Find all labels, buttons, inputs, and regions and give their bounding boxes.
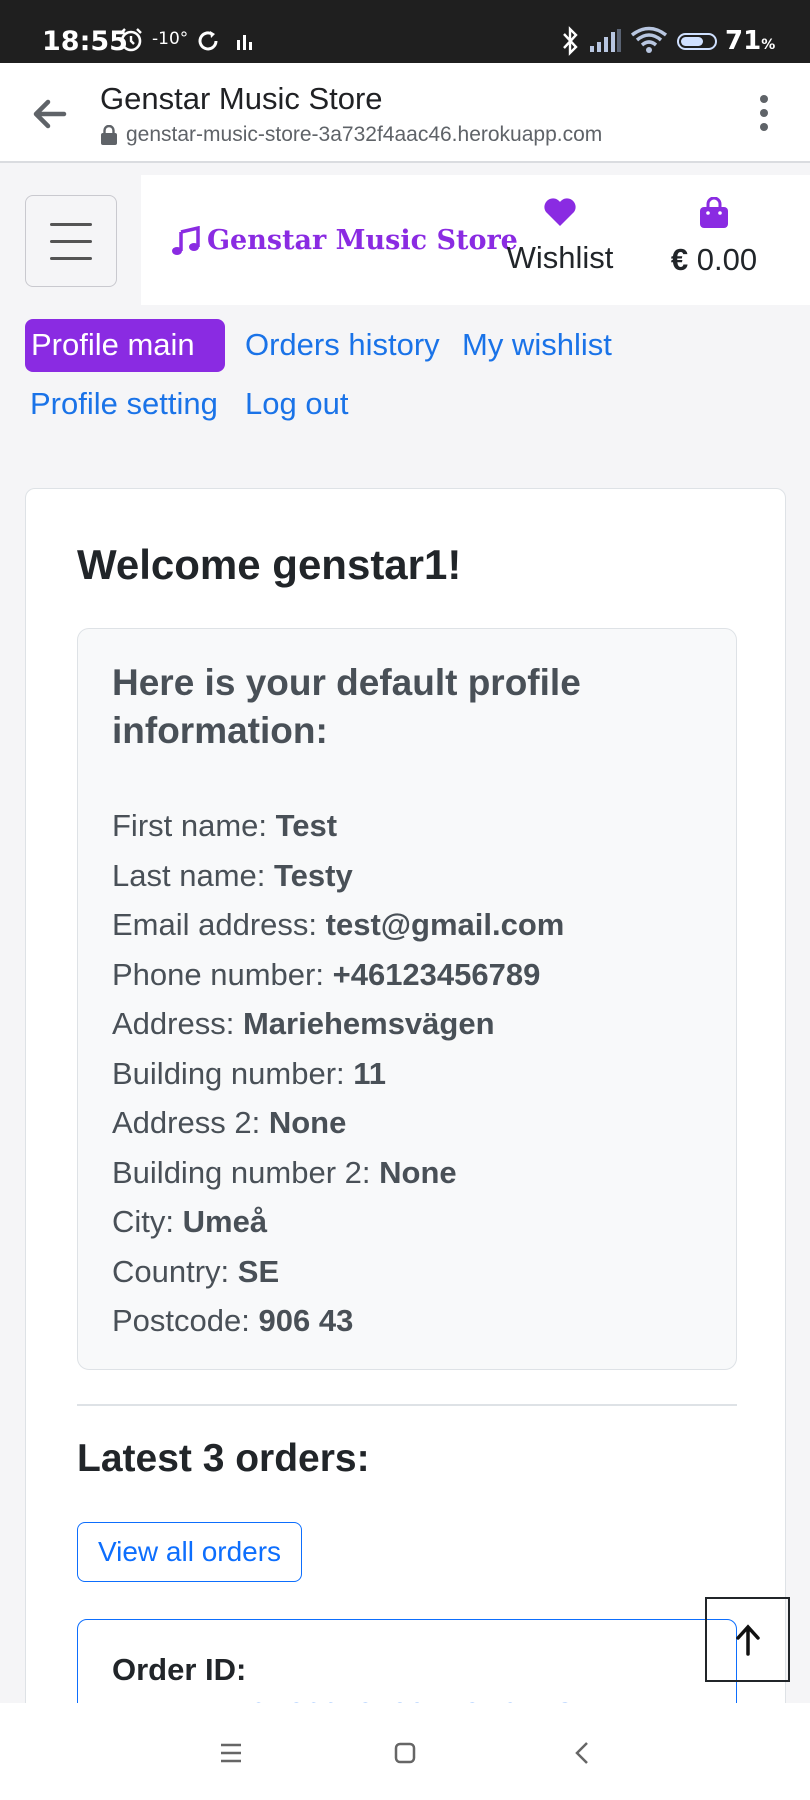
menu-toggle-button[interactable] xyxy=(25,195,117,287)
shopping-bag-icon xyxy=(700,196,728,228)
system-nav-bar xyxy=(0,1703,810,1800)
menu-toggle-area xyxy=(0,175,141,305)
tab-my-wishlist[interactable]: My wishlist xyxy=(462,327,612,363)
back-to-top-button[interactable] xyxy=(705,1597,790,1682)
info-row-last-name: Last name: Testy xyxy=(112,857,353,893)
hamburger-line xyxy=(50,257,92,260)
logout-link[interactable]: Log out xyxy=(245,386,348,422)
battery-percent: 71% xyxy=(725,26,776,56)
info-row-postcode: Postcode: 906 43 xyxy=(112,1303,354,1338)
site-logo[interactable]: Genstar Music Store xyxy=(171,225,518,256)
arrow-up-icon xyxy=(735,1623,760,1656)
info-row-address: Address: Mariehemsvägen xyxy=(112,1006,495,1041)
wishlist-label: Wishlist xyxy=(506,240,614,275)
info-row-building-number: Building number: 11 xyxy=(112,1055,387,1091)
info-row-country: Country: SE xyxy=(112,1253,280,1289)
info-row-address-2: Address 2: None xyxy=(112,1105,347,1140)
profile-info-title: Here is your default profile information… xyxy=(112,662,581,751)
info-row-city: City: Umeå xyxy=(112,1204,268,1239)
bluetooth-icon xyxy=(563,26,578,56)
home-icon[interactable] xyxy=(385,1733,425,1773)
battery-icon xyxy=(677,33,717,50)
hamburger-line xyxy=(50,223,92,226)
music-note-icon xyxy=(172,225,200,255)
signal-bars-icon xyxy=(237,35,252,50)
info-row-email: Email address: test@gmail.com xyxy=(112,907,565,942)
info-row-phone: Phone number: +46123456789 xyxy=(112,956,541,992)
clock: 18:55 xyxy=(42,26,128,57)
status-bar: 18:55 -10° 71% xyxy=(0,0,810,63)
logo-text: Genstar Music Store xyxy=(207,225,518,256)
tab-orders-history[interactable]: Orders history xyxy=(245,327,440,363)
welcome-heading: Welcome genstar1! xyxy=(77,541,462,588)
lock-icon xyxy=(101,125,117,145)
wishlist-link[interactable]: Wishlist xyxy=(500,197,620,276)
back-icon[interactable] xyxy=(563,1733,603,1773)
more-options-icon[interactable] xyxy=(758,93,770,133)
hamburger-line xyxy=(50,240,92,243)
cart-total: € 0.00 xyxy=(670,242,758,277)
profile-info-list: First name: Test Last name: Testy Email … xyxy=(112,801,564,1346)
wifi-icon xyxy=(630,26,668,53)
heart-icon xyxy=(544,198,576,226)
tab-profile-setting[interactable]: Profile setting xyxy=(30,386,218,422)
latest-orders-heading: Latest 3 orders: xyxy=(77,1437,370,1480)
profile-info-box: Here is your default profile information… xyxy=(77,628,737,1370)
info-row-first-name: First name: Test xyxy=(112,808,338,843)
url-text: genstar-music-store-3a732f4aac46.herokua… xyxy=(126,123,603,146)
tab-profile-main[interactable]: Profile main xyxy=(25,319,225,372)
alarm-icon xyxy=(120,28,142,52)
back-arrow-icon[interactable] xyxy=(28,93,70,135)
page-title: Genstar Music Store xyxy=(100,81,383,116)
recents-icon[interactable] xyxy=(211,1733,251,1773)
temperature: -10° xyxy=(152,29,189,49)
site-header: Genstar Music Store Wishlist € 0.00 xyxy=(0,175,810,305)
cart-link[interactable]: € 0.00 xyxy=(664,196,764,278)
sync-icon xyxy=(198,31,218,51)
order-id-label: Order ID: xyxy=(112,1652,247,1687)
view-all-orders-button[interactable]: View all orders xyxy=(77,1522,302,1582)
profile-card: Welcome genstar1! Here is your default p… xyxy=(25,488,786,1769)
cell-signal-icon xyxy=(590,29,621,52)
info-row-building-number-2: Building number 2: None xyxy=(112,1154,457,1190)
browser-toolbar: Genstar Music Store genstar-music-store-… xyxy=(0,63,810,163)
section-divider xyxy=(77,1404,737,1406)
url-bar[interactable]: genstar-music-store-3a732f4aac46.herokua… xyxy=(100,123,602,147)
